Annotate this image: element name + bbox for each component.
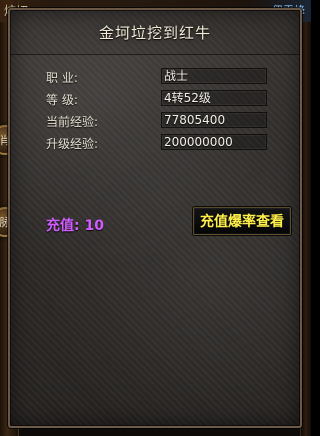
profession-value: 战士 [161,68,267,84]
levelup-exp-value: 200000000 [161,134,267,150]
current-exp-label: 当前经验: [46,115,99,129]
info-row-level: 等 级: 4转52级 [46,90,302,108]
recharge-amount: 充值: 10 [46,218,104,234]
dialog-title: 金坷垃挖到红牛 [98,24,211,42]
level-value: 4转52级 [161,90,267,106]
level-label: 等 级: [46,93,78,107]
info-row-current-exp: 当前经验: 77805400 [46,112,302,130]
levelup-exp-label: 升级经验: [46,137,99,151]
profession-label: 职 业: [46,71,78,85]
dialog-header: 金坷垃挖到红牛 [10,10,300,55]
info-row-profession: 职 业: 战士 [46,68,302,86]
player-info-dialog: 金坷垃挖到红牛 职 业: 战士 等 级: 4转52级 当前经验: 7780540… [8,8,302,428]
game-screen: 炫切 伊雪峰 肖 脉 金坷垃挖到红牛 职 业: 战士 等 级: 4转52级 当前… [0,0,311,436]
info-row-levelup-exp: 升级经验: 200000000 [46,134,302,152]
recharge-drop-rate-button[interactable]: 充值爆率查看 [193,207,291,235]
current-exp-value: 77805400 [161,112,267,128]
